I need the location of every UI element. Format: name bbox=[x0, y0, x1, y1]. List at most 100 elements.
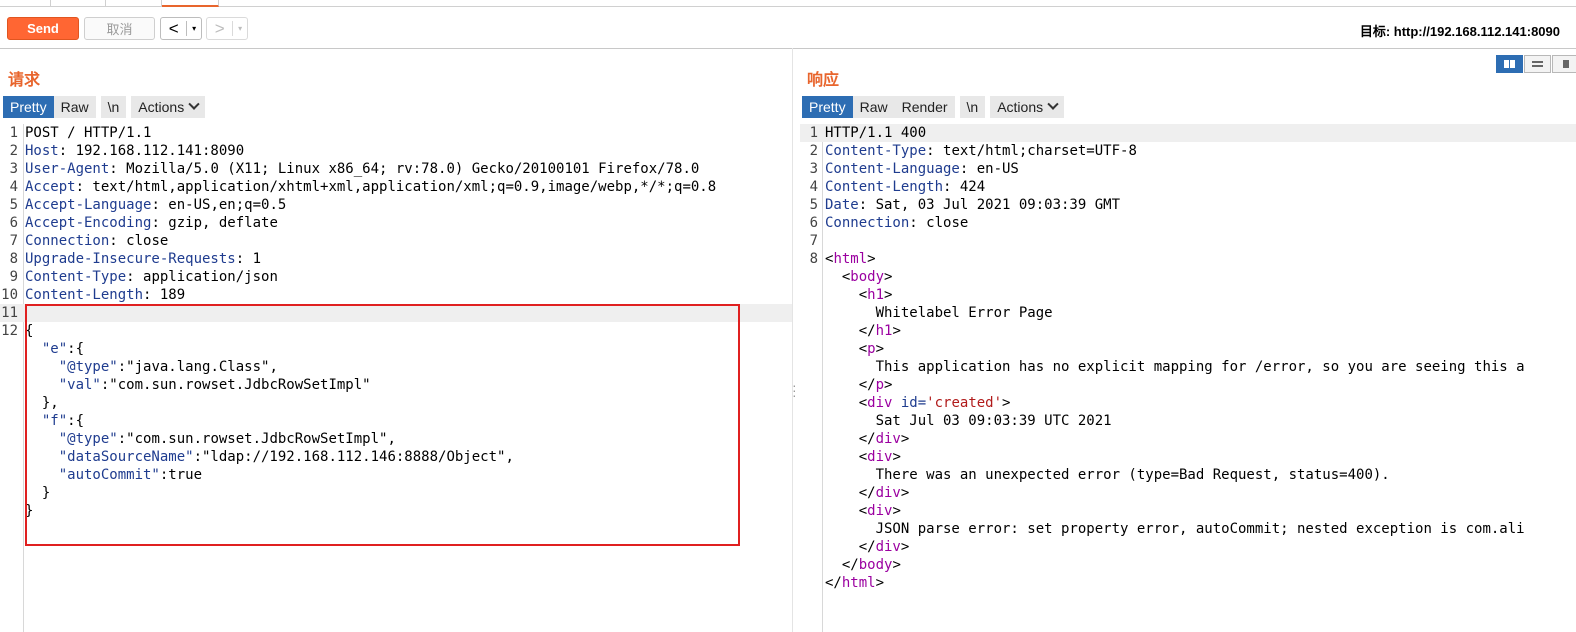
html-punct: < bbox=[825, 395, 868, 411]
tab-raw[interactable]: Raw bbox=[852, 96, 895, 118]
code-line[interactable]: </div> bbox=[800, 484, 1576, 502]
code-text: Upgrade-Insecure-Requests: 1 bbox=[25, 250, 261, 268]
html-tag: html bbox=[841, 575, 876, 591]
html-text: Sat Jul 03 09:03:39 UTC 2021 bbox=[825, 413, 1112, 429]
chevron-down-icon[interactable]: ▾ bbox=[187, 24, 201, 33]
line-number: 4 bbox=[9, 179, 18, 195]
header-name: Connection bbox=[825, 215, 910, 231]
history-forward-button[interactable]: > ▾ bbox=[206, 17, 248, 40]
html-attr: id= bbox=[892, 395, 927, 411]
line-number: 7 bbox=[809, 233, 818, 249]
header-value: : text/html,application/xhtml+xml,applic… bbox=[75, 179, 717, 195]
code-line[interactable]: 7 Connection: close bbox=[0, 232, 792, 250]
single-panel-icon[interactable] bbox=[1552, 55, 1576, 73]
code-line[interactable]: 5 Accept-Language: en-US,en;q=0.5 bbox=[0, 196, 792, 214]
split-vertical-icon[interactable] bbox=[1524, 55, 1551, 73]
line-number: 2 bbox=[9, 143, 18, 159]
code-text: There was an unexpected error (type=Bad … bbox=[825, 466, 1390, 484]
chevron-down-icon bbox=[1047, 98, 1059, 110]
code-line[interactable]: <h1> bbox=[800, 286, 1576, 304]
code-line[interactable]: <body> bbox=[800, 268, 1576, 286]
header-value: : en-US,en;q=0.5 bbox=[151, 197, 287, 213]
header-value: : Sat, 03 Jul 2021 09:03:39 GMT bbox=[858, 197, 1121, 213]
code-line[interactable]: </h1> bbox=[800, 322, 1576, 340]
html-punct: > bbox=[884, 269, 893, 285]
header-value: : 424 bbox=[943, 179, 986, 195]
code-line[interactable]: 3 User-Agent: Mozilla/5.0 (X11; Linux x86… bbox=[0, 160, 792, 178]
actions-menu-button[interactable]: Actions bbox=[131, 96, 206, 118]
code-line[interactable]: </div> bbox=[800, 430, 1576, 448]
code-text: <div> bbox=[825, 448, 901, 466]
code-line[interactable]: </html> bbox=[800, 574, 1576, 592]
code-text: Connection: close bbox=[25, 232, 168, 250]
code-text: Content-Length: 424 bbox=[825, 178, 985, 196]
code-line[interactable]: 8 Upgrade-Insecure-Requests: 1 bbox=[0, 250, 792, 268]
html-punct: < bbox=[825, 269, 851, 285]
top-tab-2[interactable] bbox=[51, 0, 106, 7]
code-line[interactable]: 7 bbox=[800, 232, 1576, 250]
tab-pretty[interactable]: Pretty bbox=[802, 96, 853, 118]
code-line[interactable]: <div id='created'> bbox=[800, 394, 1576, 412]
line-number: 7 bbox=[9, 233, 18, 249]
top-tab-active[interactable] bbox=[162, 0, 219, 7]
code-line[interactable]: <div> bbox=[800, 502, 1576, 520]
tab-newline-toggle[interactable]: \n bbox=[100, 96, 127, 118]
chevron-down-icon[interactable]: ▾ bbox=[233, 24, 247, 33]
top-tab-1[interactable] bbox=[0, 0, 51, 7]
line-number: 1 bbox=[809, 125, 818, 141]
code-line[interactable]: 9 Content-Type: application/json bbox=[0, 268, 792, 286]
tab-raw[interactable]: Raw bbox=[53, 96, 96, 118]
code-line[interactable]: 10 Content-Length: 189 bbox=[0, 286, 792, 304]
tab-pretty[interactable]: Pretty bbox=[3, 96, 54, 118]
panel-splitter[interactable] bbox=[792, 48, 793, 632]
target-url[interactable]: 目标: http://192.168.112.141:8090 bbox=[1360, 21, 1560, 40]
code-line[interactable]: 4 Content-Length: 424 bbox=[800, 178, 1576, 196]
highlight-box bbox=[25, 304, 740, 546]
code-text: Host: 192.168.112.141:8090 bbox=[25, 142, 244, 160]
html-punct: < bbox=[825, 503, 868, 519]
chevron-right-icon: > bbox=[214, 19, 225, 38]
code-line[interactable]: 6 Accept-Encoding: gzip, deflate bbox=[0, 214, 792, 232]
code-line[interactable]: 5 Date: Sat, 03 Jul 2021 09:03:39 GMT bbox=[800, 196, 1576, 214]
html-punct: > bbox=[884, 287, 893, 303]
code-line[interactable]: Sat Jul 03 09:03:39 UTC 2021 bbox=[800, 412, 1576, 430]
tab-render[interactable]: Render bbox=[894, 96, 955, 118]
request-view-tabs: Pretty Raw \n Actions bbox=[3, 96, 206, 118]
html-punct: < bbox=[825, 341, 868, 357]
code-line[interactable]: 1 POST / HTTP/1.1 bbox=[0, 124, 792, 142]
send-button[interactable]: Send bbox=[7, 17, 79, 40]
code-line[interactable]: </div> bbox=[800, 538, 1576, 556]
code-line[interactable]: </body> bbox=[800, 556, 1576, 574]
code-line[interactable]: There was an unexpected error (type=Bad … bbox=[800, 466, 1576, 484]
top-tab-3[interactable] bbox=[106, 0, 162, 7]
code-line[interactable]: Whitelabel Error Page bbox=[800, 304, 1576, 322]
code-line[interactable]: </p> bbox=[800, 376, 1576, 394]
html-punct: > bbox=[1002, 395, 1011, 411]
html-punct: </ bbox=[825, 557, 859, 573]
code-line[interactable]: 2 Host: 192.168.112.141:8090 bbox=[0, 142, 792, 160]
header-value: : 189 bbox=[143, 287, 186, 303]
code-line[interactable]: 1 HTTP/1.1 400 bbox=[800, 124, 1576, 142]
response-view-tabs: Pretty Raw Render \n Actions bbox=[802, 96, 1065, 118]
drag-handle-icon[interactable]: · · · bbox=[792, 378, 797, 402]
code-line[interactable]: This application has no explicit mapping… bbox=[800, 358, 1576, 376]
top-tab-strip bbox=[0, 0, 1576, 7]
code-line[interactable]: 4 Accept: text/html,application/xhtml+xml… bbox=[0, 178, 792, 196]
code-text: Date: Sat, 03 Jul 2021 09:03:39 GMT bbox=[825, 196, 1120, 214]
code-line[interactable]: JSON parse error: set property error, au… bbox=[800, 520, 1576, 538]
response-editor[interactable]: 1 HTTP/1.1 400 2 Content-Type: text/html;ch… bbox=[800, 124, 1576, 592]
code-line[interactable]: 6 Connection: close bbox=[800, 214, 1576, 232]
code-line[interactable]: 8 <html> bbox=[800, 250, 1576, 268]
actions-menu-button[interactable]: Actions bbox=[990, 96, 1065, 118]
toolbar-divider bbox=[0, 48, 1576, 49]
history-back-button[interactable]: < ▾ bbox=[160, 17, 202, 40]
tab-newline-toggle[interactable]: \n bbox=[959, 96, 986, 118]
code-line[interactable]: <div> bbox=[800, 448, 1576, 466]
code-line[interactable]: 3 Content-Language: en-US bbox=[800, 160, 1576, 178]
code-line[interactable]: 2 Content-Type: text/html;charset=UTF-8 bbox=[800, 142, 1576, 160]
line-number: 6 bbox=[809, 215, 818, 231]
code-line[interactable]: <p> bbox=[800, 340, 1576, 358]
cancel-button[interactable]: 取消 bbox=[84, 17, 155, 40]
line-number: 1 bbox=[9, 125, 18, 141]
split-horizontal-icon[interactable] bbox=[1496, 55, 1523, 73]
